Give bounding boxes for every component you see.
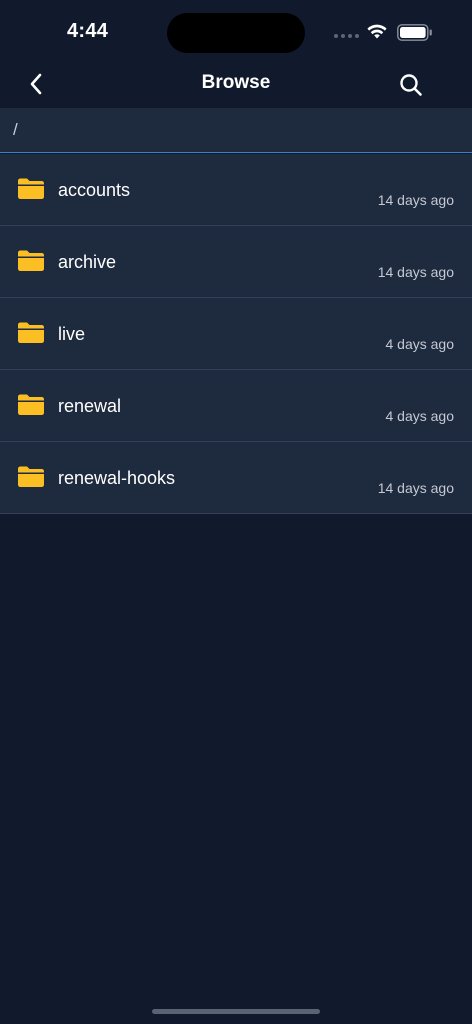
folder-icon xyxy=(18,178,44,199)
file-modified-date: 14 days ago xyxy=(377,192,454,208)
list-item[interactable]: renewal-hooks 14 days ago xyxy=(0,442,472,514)
path-breadcrumb[interactable]: / xyxy=(0,108,472,153)
folder-icon xyxy=(18,322,44,343)
file-modified-date: 4 days ago xyxy=(385,408,455,424)
file-name: archive xyxy=(58,252,117,272)
search-icon xyxy=(400,74,422,96)
battery-icon xyxy=(397,24,432,41)
list-item[interactable]: accounts 14 days ago xyxy=(0,154,472,226)
status-bar: 4:44 xyxy=(0,0,472,60)
dynamic-island xyxy=(167,13,305,53)
file-name: accounts xyxy=(58,180,131,200)
file-name: live xyxy=(58,324,86,344)
list-item[interactable]: renewal 4 days ago xyxy=(0,370,472,442)
wifi-icon xyxy=(367,24,387,39)
navigation-bar: Browse xyxy=(0,60,472,108)
file-name: renewal-hooks xyxy=(58,468,176,488)
current-path: / xyxy=(13,120,18,139)
cellular-signal-icon xyxy=(334,34,359,38)
folder-icon xyxy=(18,250,44,271)
file-list: accounts 14 days ago archive 14 days ago… xyxy=(0,154,472,514)
list-item[interactable]: archive 14 days ago xyxy=(0,226,472,298)
status-time: 4:44 xyxy=(67,20,109,42)
list-item[interactable]: live 4 days ago xyxy=(0,298,472,370)
file-modified-date: 4 days ago xyxy=(385,336,455,352)
browse-screen: 4:44 Browse / accounts 14 days ago archi… xyxy=(0,0,472,1024)
home-indicator[interactable] xyxy=(152,1009,320,1014)
folder-icon xyxy=(18,466,44,487)
file-name: renewal xyxy=(58,396,122,416)
folder-icon xyxy=(18,394,44,415)
file-modified-date: 14 days ago xyxy=(377,264,454,280)
search-button[interactable] xyxy=(396,70,426,100)
file-modified-date: 14 days ago xyxy=(377,480,454,496)
